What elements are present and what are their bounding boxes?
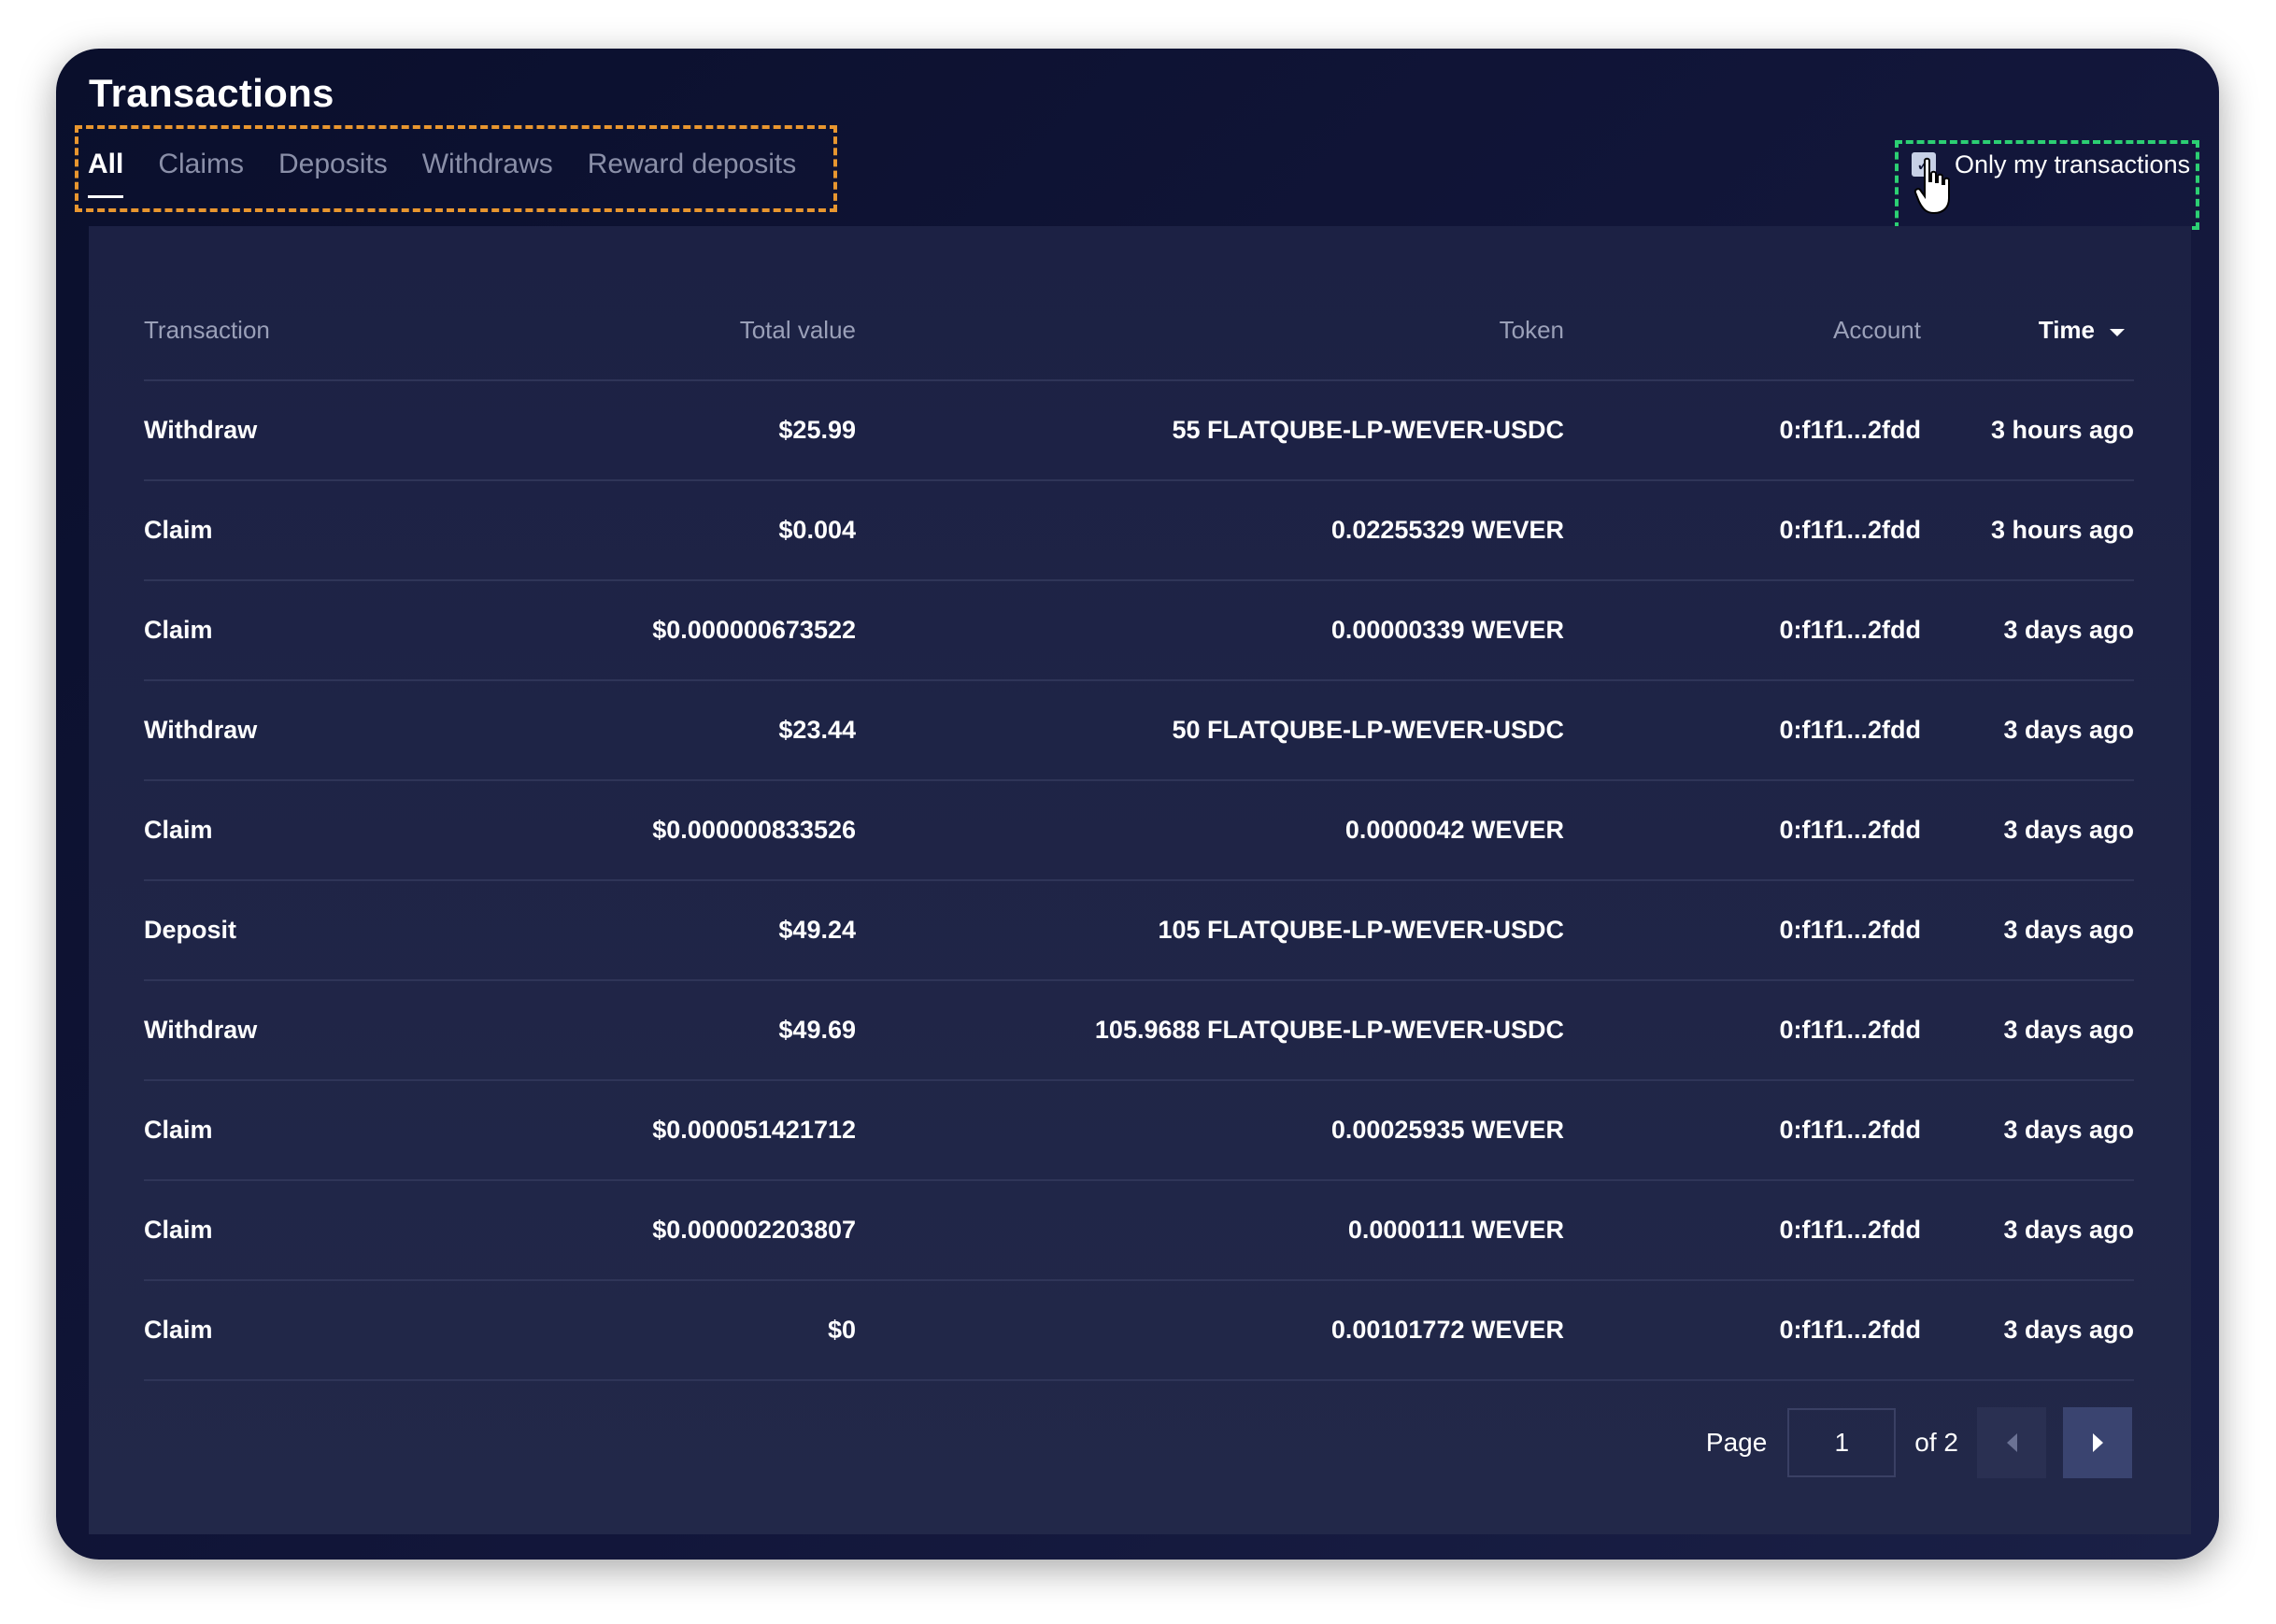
transaction-type: Withdraw [144, 416, 258, 444]
page-total-label: of 2 [1914, 1428, 1958, 1457]
tab-all[interactable]: All [88, 146, 124, 198]
transaction-type: Claim [144, 516, 213, 544]
token-amount: 0.00025935 WEVER [1330, 1116, 1564, 1144]
only-my-transactions-toggle[interactable]: ✓ Only my transactions [1912, 150, 2190, 179]
account-address[interactable]: 0:f1f1...2fdd [1779, 781, 1921, 879]
account-address[interactable]: 0:f1f1...2fdd [1779, 1081, 1921, 1179]
token-amount: 0.0000111 WEVER [1347, 1216, 1564, 1244]
transaction-type: Claim [144, 1216, 213, 1244]
column-header-account: Account [1833, 316, 1921, 344]
table-row[interactable]: Withdraw $25.99 55 FLATQUBE-LP-WEVER-USD… [144, 381, 2134, 481]
total-value: $0.000000833526 [652, 816, 856, 844]
table-row[interactable]: Claim $0.000002203807 0.0000111 WEVER 0:… [144, 1181, 2134, 1281]
column-header-total-value: Total value [739, 316, 856, 344]
time-ago: 3 days ago [2003, 1016, 2134, 1044]
total-value: $0.000000673522 [652, 616, 856, 644]
chevron-right-icon [2092, 1433, 2103, 1452]
time-ago: 3 days ago [2003, 1216, 2134, 1244]
account-address[interactable]: 0:f1f1...2fdd [1779, 381, 1921, 479]
transaction-type: Withdraw [144, 1016, 258, 1044]
tab-reward-deposits[interactable]: Reward deposits [588, 146, 796, 192]
account-address[interactable]: 0:f1f1...2fdd [1779, 1181, 1921, 1279]
table-row[interactable]: Claim $0.000000833526 0.0000042 WEVER 0:… [144, 781, 2134, 881]
account-address[interactable]: 0:f1f1...2fdd [1779, 481, 1921, 579]
column-header-time-label: Time [2038, 316, 2095, 344]
transaction-type: Withdraw [144, 716, 258, 744]
page-label: Page [1705, 1428, 1768, 1457]
time-ago: 3 hours ago [1990, 416, 2134, 444]
token-amount: 0.00000339 WEVER [1330, 616, 1564, 644]
only-my-transactions-label: Only my transactions [1955, 150, 2191, 178]
column-header-time[interactable]: Time [2039, 297, 2134, 379]
previous-page-button[interactable] [1977, 1407, 2046, 1478]
time-ago: 3 days ago [2003, 616, 2134, 644]
hand-pointer-icon [1913, 157, 1950, 215]
total-value: $49.69 [778, 1016, 856, 1044]
chevron-left-icon [2006, 1433, 2017, 1452]
transaction-type: Deposit [144, 916, 237, 944]
table-row[interactable]: Withdraw $23.44 50 FLATQUBE-LP-WEVER-USD… [144, 681, 2134, 781]
token-amount: 105.9688 FLATQUBE-LP-WEVER-USDC [1094, 1016, 1564, 1044]
time-ago: 3 hours ago [1990, 516, 2134, 544]
total-value: $0.000051421712 [652, 1116, 856, 1144]
page-title: Transactions [89, 71, 334, 115]
token-amount: 55 FLATQUBE-LP-WEVER-USDC [1172, 416, 1564, 444]
table-row[interactable]: Claim $0 0.00101772 WEVER 0:f1f1...2fdd … [144, 1281, 2134, 1381]
transaction-type: Claim [144, 816, 213, 844]
time-ago: 3 days ago [2003, 1316, 2134, 1344]
account-address[interactable]: 0:f1f1...2fdd [1779, 881, 1921, 979]
tab-deposits[interactable]: Deposits [278, 146, 388, 192]
transaction-type: Claim [144, 1116, 213, 1144]
total-value: $0.000002203807 [652, 1216, 856, 1244]
table-row[interactable]: Claim $0.000000673522 0.00000339 WEVER 0… [144, 581, 2134, 681]
total-value: $49.24 [778, 916, 856, 944]
table-row[interactable]: Claim $0.004 0.02255329 WEVER 0:f1f1...2… [144, 481, 2134, 581]
time-ago: 3 days ago [2003, 716, 2134, 744]
account-address[interactable]: 0:f1f1...2fdd [1779, 981, 1921, 1079]
token-amount: 105 FLATQUBE-LP-WEVER-USDC [1158, 916, 1564, 944]
tab-claims[interactable]: Claims [158, 146, 244, 192]
token-amount: 50 FLATQUBE-LP-WEVER-USDC [1172, 716, 1564, 744]
table-header: Transaction Total value Token Account Ti… [144, 297, 2134, 381]
time-ago: 3 days ago [2003, 916, 2134, 944]
table-row[interactable]: Claim $0.000051421712 0.00025935 WEVER 0… [144, 1081, 2134, 1181]
token-amount: 0.02255329 WEVER [1330, 516, 1564, 544]
tab-withdraws[interactable]: Withdraws [422, 146, 553, 192]
total-value: $23.44 [778, 716, 856, 744]
caret-down-icon [2110, 329, 2125, 336]
page-number-input[interactable] [1787, 1408, 1897, 1477]
token-amount: 0.00101772 WEVER [1330, 1316, 1564, 1344]
account-address[interactable]: 0:f1f1...2fdd [1779, 581, 1921, 679]
transaction-type: Claim [144, 1316, 213, 1344]
transactions-table: Transaction Total value Token Account Ti… [144, 297, 2134, 1381]
next-page-button[interactable] [2063, 1407, 2132, 1478]
total-value: $0.004 [778, 516, 856, 544]
time-ago: 3 days ago [2003, 1116, 2134, 1144]
total-value: $0 [827, 1316, 856, 1344]
transaction-type: Claim [144, 616, 213, 644]
table-row[interactable]: Withdraw $49.69 105.9688 FLATQUBE-LP-WEV… [144, 981, 2134, 1081]
total-value: $25.99 [778, 416, 856, 444]
column-header-token: Token [1499, 316, 1564, 344]
account-address[interactable]: 0:f1f1...2fdd [1779, 1281, 1921, 1379]
pagination: Page of 2 [1706, 1407, 2132, 1478]
filter-tabs: All Claims Deposits Withdraws Reward dep… [88, 146, 831, 202]
time-ago: 3 days ago [2003, 816, 2134, 844]
column-header-transaction: Transaction [144, 316, 270, 344]
table-row[interactable]: Deposit $49.24 105 FLATQUBE-LP-WEVER-USD… [144, 881, 2134, 981]
token-amount: 0.0000042 WEVER [1344, 816, 1564, 844]
account-address[interactable]: 0:f1f1...2fdd [1779, 681, 1921, 779]
